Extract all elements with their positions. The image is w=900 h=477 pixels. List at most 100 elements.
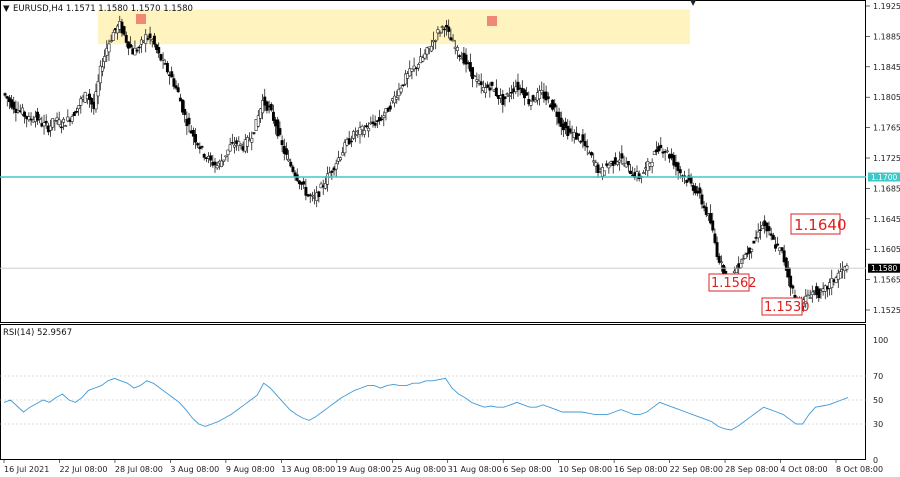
- rsi-tick-label: 0: [873, 456, 878, 465]
- price-tick-label: 1.1685: [873, 184, 900, 193]
- candle-body: [719, 261, 723, 264]
- candle-body: [620, 153, 624, 159]
- candle-body: [111, 32, 115, 41]
- price-chart[interactable]: 1.1925 1.1885 1.1845 1.1805 1.1765 1.1725 1.16…: [0, 0, 900, 477]
- candle-body: [101, 66, 104, 72]
- candle-body: [700, 194, 704, 205]
- candle-body: [596, 164, 600, 173]
- candle-body: [215, 165, 219, 169]
- candle-body: [176, 87, 180, 93]
- candle-body: [135, 49, 139, 52]
- candle-body: [553, 103, 557, 108]
- candle-body: [287, 158, 291, 162]
- candle-body: [440, 26, 444, 28]
- candle-body: [129, 44, 133, 48]
- candle-body: [334, 163, 338, 170]
- candle-body: [626, 161, 630, 166]
- candle-body: [486, 84, 490, 88]
- candle-body: [505, 93, 509, 95]
- candle-body: [395, 97, 399, 100]
- candle-body: [349, 140, 353, 143]
- candle-body: [458, 55, 461, 57]
- candle-body: [650, 162, 654, 167]
- time-tick-label: 19 Aug 08:00: [337, 465, 391, 474]
- candle-body: [365, 125, 368, 128]
- scroll-marker-icon[interactable]: ▼: [690, 0, 697, 7]
- candle-body: [362, 130, 366, 135]
- candle-body: [423, 53, 427, 59]
- candle-body: [269, 104, 273, 111]
- candle-body: [791, 285, 795, 289]
- candle-body: [360, 125, 364, 131]
- symbol-header: EURUSD,H4 1.1571 1.1580 1.1570 1.1580: [13, 4, 193, 14]
- candle-body: [339, 157, 342, 161]
- candle-body: [525, 92, 529, 96]
- candle-body: [698, 187, 702, 194]
- candle-body: [533, 99, 537, 103]
- candle-body: [810, 291, 814, 296]
- candle-body: [442, 28, 446, 31]
- rsi-header: RSI(14) 52.9567: [3, 328, 72, 338]
- rsi-line: [3, 377, 849, 431]
- dropdown-arrow-icon[interactable]: ▼: [3, 4, 10, 14]
- candle-body: [161, 58, 165, 61]
- candle-body: [399, 87, 403, 93]
- price-tick-label: 1.1725: [873, 154, 900, 163]
- candle-body: [75, 111, 78, 113]
- candle-body: [64, 125, 68, 127]
- candle-body: [124, 35, 128, 43]
- candle-body: [12, 101, 16, 110]
- time-tick-label: 8 Oct 08:00: [836, 465, 883, 474]
- candle-body: [252, 132, 256, 134]
- candle-body: [752, 240, 756, 244]
- candle-body: [291, 166, 295, 172]
- candle-body: [59, 126, 63, 129]
- candle-body: [568, 128, 572, 133]
- candle-body: [629, 170, 632, 174]
- time-tick-label: 25 Aug 08:00: [392, 465, 446, 474]
- time-tick-label: 6 Sep 08:00: [503, 465, 551, 474]
- candle-body: [685, 180, 689, 183]
- candle-body: [382, 115, 386, 118]
- time-tick-label: 16 Jul 2021: [4, 465, 49, 474]
- candle-body: [62, 118, 65, 123]
- candle-body: [416, 64, 420, 69]
- time-tick-label: 10 Sep 08:00: [559, 465, 612, 474]
- candle-body: [148, 33, 152, 39]
- candle-body: [280, 140, 284, 145]
- candle-body: [447, 26, 451, 32]
- candle-body: [367, 127, 371, 132]
- candle-body: [590, 152, 594, 156]
- rsi-tick-label: 70: [873, 372, 883, 381]
- candle-body: [583, 141, 587, 147]
- time-tick-label: 22 Jul 08:00: [59, 465, 107, 474]
- candle-body: [380, 118, 384, 121]
- candle-body: [434, 40, 438, 42]
- time-tick-label: 16 Sep 08:00: [614, 465, 667, 474]
- candle-body: [529, 100, 533, 106]
- candle-body: [103, 56, 107, 62]
- candle-body: [250, 138, 254, 143]
- candle-body: [222, 159, 226, 162]
- candle-body: [577, 133, 581, 136]
- candle-body: [228, 144, 232, 152]
- candle-body: [618, 159, 622, 163]
- candle-body: [152, 35, 156, 45]
- candle-body: [220, 160, 223, 167]
- candle-body: [146, 38, 150, 40]
- resistance-zone: [98, 9, 690, 45]
- candle-body: [845, 265, 849, 270]
- candle-body: [490, 81, 494, 86]
- candle-body: [607, 164, 611, 169]
- candle-body: [484, 87, 487, 94]
- candle-body: [678, 169, 682, 174]
- candle-body: [449, 37, 453, 41]
- candle-body: [531, 95, 535, 101]
- zone-marker-1: [136, 14, 146, 24]
- candle-body: [57, 119, 61, 125]
- candle-body: [233, 144, 236, 148]
- candle-body: [51, 118, 55, 128]
- candle-body: [771, 235, 775, 240]
- candle-body: [817, 288, 821, 299]
- candle-body: [53, 120, 57, 123]
